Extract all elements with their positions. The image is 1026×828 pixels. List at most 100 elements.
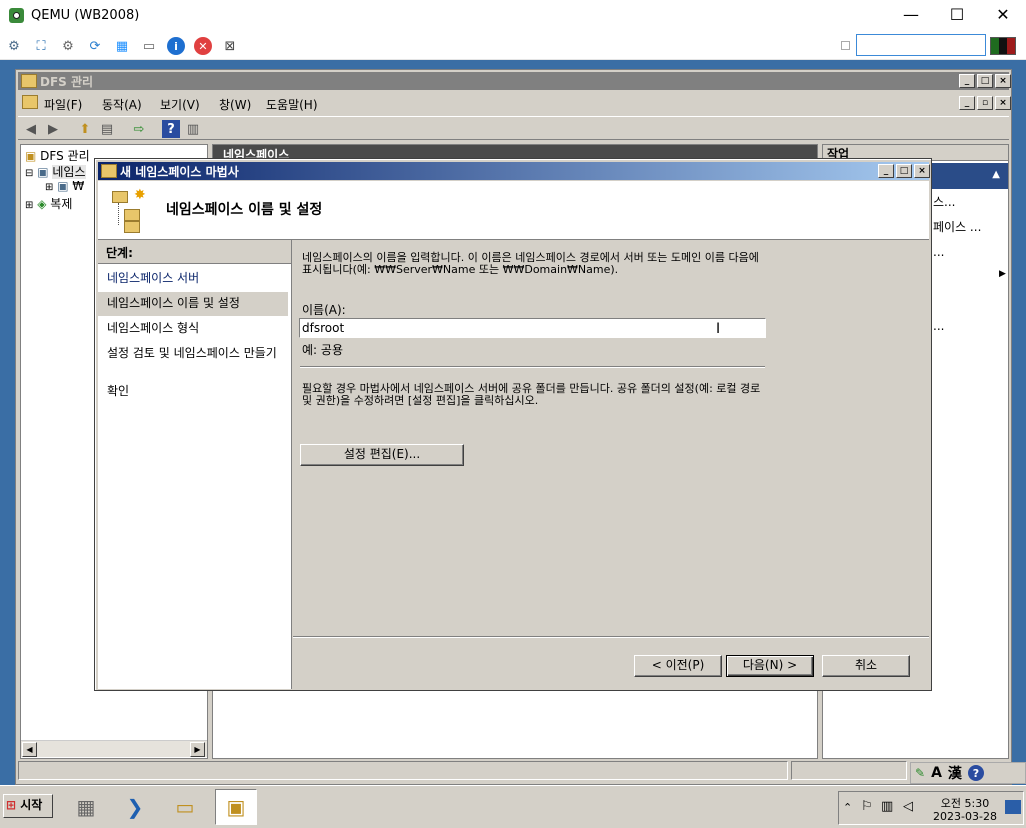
menu-view[interactable]: 보기(V) — [160, 96, 200, 113]
name-label: 이름(A): — [302, 303, 346, 317]
mmc-maximize-button[interactable]: □ — [977, 74, 993, 88]
wizard-title-bar: 새 네임스페이스 마법사 _ □ × — [98, 162, 930, 180]
example-text: 예: 공용 — [302, 343, 343, 357]
ime-help-icon[interactable]: ? — [967, 765, 984, 781]
wizard-body: 네임스페이스의 이름을 입력합니다. 이 이름은 네임스페이스 경로에서 서버 … — [293, 240, 929, 689]
step-namespace-name: 네임스페이스 이름 및 설정 — [107, 296, 240, 310]
dfs-management-task-icon[interactable]: ▣ — [215, 789, 257, 825]
show-hidden-icons[interactable]: ⌃ — [843, 801, 852, 814]
child-restore-button[interactable]: ▫ — [977, 96, 993, 110]
clock-date[interactable]: 2023-03-28 — [925, 810, 1005, 823]
show-desktop-icon[interactable] — [1005, 800, 1021, 814]
scroll-right-icon[interactable]: ▶ — [190, 742, 205, 757]
collapse-icon[interactable]: ⊟ — [25, 168, 33, 179]
collapse-up-icon[interactable]: ▲ — [992, 169, 1000, 180]
mmc-menu-bar: 파일(F) 동작(A) 보기(V) 창(W) 도움말(H) _ ▫ × — [18, 92, 1011, 114]
next-button[interactable]: 다음(N) > — [726, 655, 814, 677]
server-manager-icon[interactable]: ▦ — [67, 789, 105, 825]
expand-icon[interactable]: ⊞ — [25, 200, 33, 211]
tree-item-namespaces[interactable]: ⊟ ▣ 네임스 — [25, 163, 86, 179]
mmc-title: DFS 관리 — [40, 75, 94, 89]
ime-hanja-indicator[interactable]: 漢 — [948, 763, 962, 783]
wizard-minimize-button[interactable]: _ — [878, 164, 894, 178]
tree-item-dfs-root[interactable]: ▣ DFS 관리 — [25, 147, 90, 163]
back-button[interactable]: < 이전(P) — [634, 655, 722, 677]
qemu-search-input[interactable] — [856, 34, 986, 56]
mmc-close-button[interactable]: × — [995, 74, 1011, 88]
wizard-heading: 네임스페이스 이름 및 설정 — [166, 202, 323, 218]
wizard-header: ✸ 네임스페이스 이름 및 설정 — [98, 181, 929, 240]
forward-arrow-icon[interactable]: ▶ — [44, 120, 62, 138]
devices-icon[interactable]: ⚙ — [5, 37, 23, 55]
edit-settings-button[interactable]: 설정 편집(E)... — [300, 444, 464, 466]
action-item-4[interactable]: ... — [933, 319, 944, 333]
wizard-close-button[interactable]: × — [914, 164, 930, 178]
network-icon[interactable]: ▥ — [881, 799, 893, 814]
menu-window[interactable]: 창(W) — [219, 96, 251, 113]
scroll-left-icon[interactable]: ◀ — [22, 742, 37, 757]
ime-language-bar: ✎ A 漢 ? — [910, 762, 1026, 784]
taskbar: ⊞ 시작 ▦ ❯ ▭ ▣ ⌃ ⚐ ▥ ◁ 오전 5:30 2023-03-28 — [0, 785, 1026, 828]
submenu-arrow-icon[interactable]: ▶ — [999, 269, 1006, 279]
footer-separator — [293, 636, 929, 638]
minimize-button[interactable]: — — [888, 4, 934, 28]
namespace-name-input[interactable] — [299, 318, 766, 338]
step-namespace-server: 네임스페이스 서버 — [107, 271, 200, 285]
up-folder-icon[interactable]: ⬆ — [76, 120, 94, 138]
action-center-flag-icon[interactable]: ⚐ — [861, 799, 873, 814]
status-panel-1 — [18, 761, 788, 780]
action-item-1[interactable]: 스... — [933, 193, 955, 210]
menu-file[interactable]: 파일(F) — [44, 96, 82, 113]
intro-text: 네임스페이스의 이름을 입력합니다. 이 이름은 네임스페이스 경로에서 서버 … — [302, 251, 759, 276]
export-list-icon[interactable]: ⇨ — [130, 120, 148, 138]
back-arrow-icon[interactable]: ◀ — [22, 120, 40, 138]
windows-logo-icon[interactable]: ▦ — [113, 37, 131, 55]
action-item-3[interactable]: ... — [933, 245, 944, 259]
action-item-2[interactable]: 페이스 ... — [933, 218, 981, 235]
status-square-icon — [841, 41, 850, 50]
mmc-toolbar: ◀ ▶ ⬆ ▤ ⇨ ? ▥ — [18, 116, 1009, 140]
wizard-maximize-button[interactable]: □ — [896, 164, 912, 178]
info-icon[interactable]: i — [167, 37, 185, 55]
expand-icon[interactable]: ⊞ — [45, 182, 53, 193]
text-cursor-icon: I — [716, 321, 721, 337]
namespace-icon: ▣ — [37, 165, 49, 179]
mmc-status-bar — [18, 761, 1009, 781]
powershell-icon[interactable]: ❯ — [116, 789, 154, 825]
tree-horizontal-scrollbar[interactable]: ◀ ▶ — [21, 740, 207, 757]
explorer-icon[interactable]: ▭ — [166, 789, 204, 825]
eject-icon[interactable]: ⊠ — [221, 37, 239, 55]
close-button[interactable]: ✕ — [980, 4, 1026, 28]
system-tray: ⌃ ⚐ ▥ ◁ 오전 5:30 2023-03-28 — [838, 791, 1024, 825]
wizard-app-icon — [101, 164, 117, 178]
note-text: 필요할 경우 마법사에서 네임스페이스 서버에 공유 폴더를 만듭니다. 공유 … — [302, 382, 761, 407]
menu-help[interactable]: 도움말(H) — [266, 96, 318, 113]
clock-time[interactable]: 오전 5:30 — [925, 795, 1005, 811]
show-action-pane-icon[interactable]: ▥ — [184, 120, 202, 138]
help-icon[interactable]: ? — [162, 120, 180, 138]
start-button[interactable]: ⊞ 시작 — [3, 794, 53, 818]
flag-icon — [990, 37, 1016, 55]
child-close-button[interactable]: × — [995, 96, 1011, 110]
show-tree-icon[interactable]: ▤ — [98, 120, 116, 138]
stop-icon[interactable]: ✕ — [194, 37, 212, 55]
ime-alpha-indicator[interactable]: A — [931, 765, 942, 781]
ime-mode-icon[interactable]: ✎ — [915, 766, 925, 780]
tree-item-namespace-child[interactable]: ⊞ ▣ ₩ — [45, 179, 84, 195]
settings-gear-icon[interactable]: ⚙ — [59, 37, 77, 55]
namespace-child-icon: ▣ — [57, 179, 69, 193]
fullscreen-icon[interactable]: ⛶ — [32, 37, 50, 55]
maximize-button[interactable]: ☐ — [934, 4, 980, 28]
refresh-icon[interactable]: ⟳ — [86, 37, 104, 55]
child-minimize-button[interactable]: _ — [959, 96, 975, 110]
cancel-button[interactable]: 취소 — [822, 655, 910, 677]
mmc-minimize-button[interactable]: _ — [959, 74, 975, 88]
tree-item-replication[interactable]: ⊞ ◈ 복제 — [25, 195, 72, 211]
volume-muted-icon[interactable]: ◁ — [903, 799, 913, 814]
step-namespace-type: 네임스페이스 형식 — [107, 321, 200, 335]
new-namespace-wizard: 새 네임스페이스 마법사 _ □ × ✸ 네임스페이스 이름 및 설정 단계: … — [94, 158, 932, 691]
steps-header: 단계: — [98, 240, 291, 264]
qemu-title-bar: QEMU (WB2008) — ☐ ✕ — [0, 0, 1026, 32]
menu-action[interactable]: 동작(A) — [102, 96, 142, 113]
usb-icon[interactable]: ▭ — [140, 37, 158, 55]
